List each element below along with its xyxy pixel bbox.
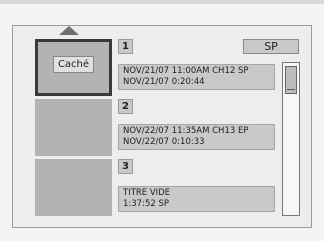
top-edge — [0, 0, 324, 4]
scrollbar[interactable] — [282, 62, 300, 216]
title-number-3: 3 — [118, 159, 133, 174]
title-info-line-1: NOV/22/07 11:35AM CH13 EP — [123, 126, 249, 136]
title-thumbnail-1[interactable]: Caché — [35, 39, 112, 96]
title-info-1[interactable]: NOV/21/07 11:00AM CH12 SP NOV/21/07 0:20… — [118, 64, 275, 90]
title-info-3[interactable]: TITRE VIDE 1:37:52 SP — [118, 186, 275, 212]
title-info-line-2: NOV/21/07 0:20:44 — [123, 77, 205, 87]
title-info-line-2: 1:37:52 SP — [123, 199, 169, 209]
title-number-1: 1 — [118, 39, 133, 54]
title-thumbnail-3[interactable] — [35, 159, 112, 216]
hidden-badge: Caché — [53, 56, 94, 73]
title-info-line-1: NOV/21/07 11:00AM CH12 SP — [123, 66, 249, 76]
title-number-2: 2 — [118, 99, 133, 114]
scroll-up-arrow-icon[interactable] — [59, 26, 79, 35]
title-thumbnail-2[interactable] — [35, 99, 112, 156]
scrollbar-grip — [287, 89, 295, 90]
title-info-line-1: TITRE VIDE — [123, 188, 171, 198]
title-info-line-2: NOV/22/07 0:10:33 — [123, 137, 205, 147]
title-list-screen: SP Caché 1 NOV/21/07 11:00AM CH12 SP NOV… — [0, 0, 324, 241]
recording-mode-badge: SP — [243, 39, 299, 54]
scrollbar-thumb[interactable] — [285, 66, 297, 94]
title-info-2[interactable]: NOV/22/07 11:35AM CH13 EP NOV/22/07 0:10… — [118, 124, 275, 150]
